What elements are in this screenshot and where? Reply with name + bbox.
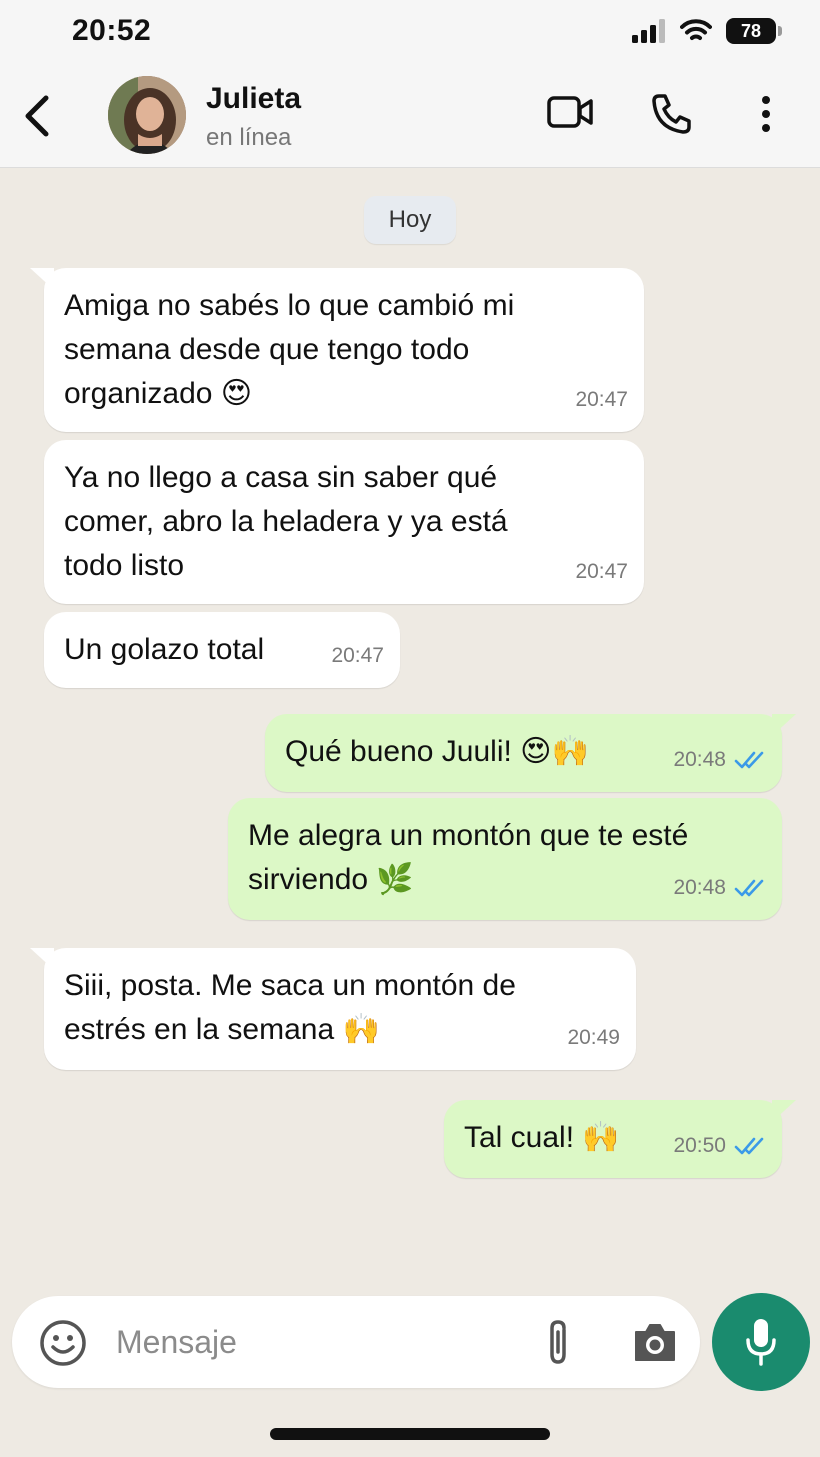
chat-header: 20:52 78 Julieta en línea [0,0,820,168]
attach-paperclip-icon[interactable] [540,1318,576,1368]
read-checkmarks-icon [734,879,764,897]
day-separator: Hoy [364,196,456,244]
microphone-icon [746,1319,776,1366]
message-text: Siii, posta. Me saca un montón de estrés… [64,969,516,1046]
emoji-icon[interactable] [38,1318,88,1368]
message-meta: 20:50 [673,1124,766,1168]
wifi-icon [680,19,712,40]
video-call-icon[interactable] [546,92,594,132]
status-time: 20:52 [72,14,152,47]
more-options-icon[interactable] [756,92,776,136]
camera-icon[interactable] [632,1320,678,1364]
message-meta: 20:48 [673,738,766,782]
message-outgoing[interactable]: Tal cual! 🙌 20:50 [444,1100,796,1178]
bubble-tail [772,1100,796,1122]
message-meta: 20:47 [575,550,628,594]
chat-area[interactable]: Hoy Amiga no sabés lo que cambió mi sema… [0,168,820,1280]
message-meta: 20:49 [567,1016,620,1060]
status-icons: 78 [632,18,782,44]
signal-icon [632,19,665,43]
message-incoming[interactable]: Siii, posta. Me saca un montón de estrés… [30,948,636,1070]
message-meta: 20:48 [673,866,766,910]
read-checkmarks-icon [734,1137,764,1155]
message-time: 20:47 [575,560,628,583]
message-meta: 20:47 [575,378,628,422]
message-time: 20:48 [673,748,726,771]
bubble-tail [30,268,54,290]
home-indicator[interactable] [270,1428,550,1440]
microphone-button[interactable] [712,1293,810,1391]
message-outgoing[interactable]: Qué bueno Juuli! 😍🙌 20:48 [265,714,796,792]
battery-indicator: 78 [726,18,782,44]
avatar[interactable] [108,76,186,154]
message-incoming[interactable]: Ya no llego a casa sin saber qué comer, … [44,440,644,604]
message-text: Amiga no sabés lo que cambió mi semana d… [64,289,515,410]
phone-call-icon[interactable] [650,92,692,136]
message-incoming[interactable]: Amiga no sabés lo que cambió mi semana d… [30,268,644,432]
message-outgoing[interactable]: Me alegra un montón que te esté sirviend… [228,798,782,920]
message-time: 20:48 [673,876,726,899]
message-time: 20:47 [331,644,384,667]
message-composer [12,1296,700,1388]
message-time: 20:49 [567,1026,620,1049]
message-meta: 20:47 [331,634,384,678]
read-checkmarks-icon [734,751,764,769]
message-time: 20:50 [673,1134,726,1157]
back-arrow-icon[interactable] [18,94,58,138]
message-text: Ya no llego a casa sin saber qué comer, … [64,461,508,582]
bubble-tail [30,948,54,970]
contact-name[interactable]: Julieta [206,82,301,116]
message-incoming[interactable]: Un golazo total 20:47 [44,612,400,688]
bubble-tail [772,714,796,736]
contact-presence: en línea [206,124,292,151]
message-input[interactable] [116,1318,516,1366]
message-time: 20:47 [575,388,628,411]
